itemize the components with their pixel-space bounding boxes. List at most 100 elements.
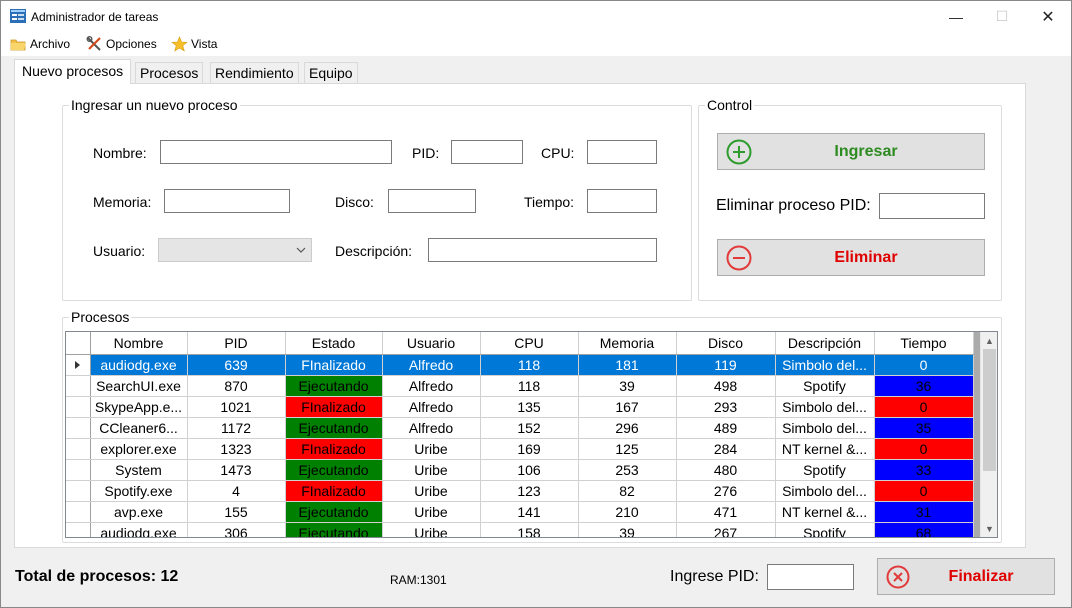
cell-cpu[interactable]: 118: [480, 354, 579, 376]
cell-cpu[interactable]: 158: [480, 522, 579, 537]
grid-scrollbar[interactable]: ▲ ▼: [980, 332, 997, 537]
cell-pid[interactable]: 155: [187, 501, 286, 523]
cell-cpu[interactable]: 118: [480, 375, 579, 397]
column-header[interactable]: Nombre: [90, 332, 188, 355]
cell-disco[interactable]: 471: [676, 501, 776, 523]
row-header[interactable]: [66, 396, 91, 418]
cpu-input[interactable]: [587, 140, 657, 164]
memoria-input[interactable]: [164, 189, 290, 213]
cell-pid[interactable]: 1473: [187, 459, 286, 481]
cell-cpu[interactable]: 169: [480, 438, 579, 460]
cell-usuario[interactable]: Uribe: [382, 480, 481, 502]
cell-usuario[interactable]: Uribe: [382, 522, 481, 537]
column-header[interactable]: Memoria: [578, 332, 677, 355]
cell-usuario[interactable]: Alfredo: [382, 375, 481, 397]
table-row[interactable]: avp.exe 155 Ejecutando Uribe 141 210 471 NT ker…: [66, 501, 974, 523]
cell-tiempo[interactable]: 0: [874, 354, 974, 376]
cell-nombre[interactable]: audiodg.exe: [90, 522, 188, 537]
cell-estado[interactable]: FInalizado: [285, 396, 383, 418]
cell-descripcion[interactable]: Simbolo del...: [775, 417, 875, 439]
cell-descripcion[interactable]: Spotify: [775, 375, 875, 397]
cell-estado[interactable]: FInalizado: [285, 354, 383, 376]
cell-disco[interactable]: 284: [676, 438, 776, 460]
cell-usuario[interactable]: Uribe: [382, 459, 481, 481]
cell-disco[interactable]: 119: [676, 354, 776, 376]
cell-disco[interactable]: 267: [676, 522, 776, 537]
cell-estado[interactable]: Ejecutando: [285, 375, 383, 397]
tab-nuevo-procesos[interactable]: Nuevo procesos: [14, 59, 132, 84]
cell-descripcion[interactable]: Spotify: [775, 459, 875, 481]
tab-equipo[interactable]: Equipo: [304, 62, 358, 83]
row-header[interactable]: [66, 459, 91, 481]
minimize-button[interactable]: —: [933, 1, 979, 32]
cell-nombre[interactable]: explorer.exe: [90, 438, 188, 460]
cell-tiempo[interactable]: 36: [874, 375, 974, 397]
cell-usuario[interactable]: Uribe: [382, 438, 481, 460]
cell-tiempo[interactable]: 0: [874, 480, 974, 502]
row-header[interactable]: [66, 417, 91, 439]
descripcion-input[interactable]: [428, 238, 657, 262]
cell-descripcion[interactable]: NT kernel &...: [775, 501, 875, 523]
cell-estado[interactable]: Ejecutando: [285, 459, 383, 481]
column-header[interactable]: Estado: [285, 332, 383, 355]
cell-disco[interactable]: 498: [676, 375, 776, 397]
column-header[interactable]: PID: [187, 332, 286, 355]
cell-pid[interactable]: 639: [187, 354, 286, 376]
ingresar-button[interactable]: Ingresar: [717, 133, 985, 170]
finalizar-pid-input[interactable]: [767, 564, 854, 590]
usuario-select[interactable]: [158, 238, 312, 262]
cell-usuario[interactable]: Uribe: [382, 501, 481, 523]
table-row[interactable]: CCleaner6... 1172 Ejecutando Alfredo 152 296 4…: [66, 417, 974, 439]
cell-pid[interactable]: 870: [187, 375, 286, 397]
cell-tiempo[interactable]: 68: [874, 522, 974, 537]
cell-cpu[interactable]: 141: [480, 501, 579, 523]
menu-archivo[interactable]: Archivo: [10, 35, 70, 53]
cell-nombre[interactable]: audiodg.exe: [90, 354, 188, 376]
cell-tiempo[interactable]: 31: [874, 501, 974, 523]
eliminar-pid-input[interactable]: [879, 193, 985, 219]
cell-pid[interactable]: 306: [187, 522, 286, 537]
column-header[interactable]: Disco: [676, 332, 776, 355]
tab-rendimiento[interactable]: Rendimiento: [210, 62, 299, 83]
cell-usuario[interactable]: Alfredo: [382, 396, 481, 418]
cell-pid[interactable]: 1021: [187, 396, 286, 418]
table-row[interactable]: SkypeApp.e... 1021 FInalizado Alfredo 135 167…: [66, 396, 974, 418]
disco-input[interactable]: [388, 189, 476, 213]
cell-memoria[interactable]: 167: [578, 396, 677, 418]
cell-nombre[interactable]: SkypeApp.e...: [90, 396, 188, 418]
cell-tiempo[interactable]: 0: [874, 396, 974, 418]
eliminar-button[interactable]: Eliminar: [717, 239, 985, 276]
cell-nombre[interactable]: SearchUI.exe: [90, 375, 188, 397]
column-header[interactable]: CPU: [480, 332, 579, 355]
scroll-thumb[interactable]: [983, 349, 996, 471]
cell-disco[interactable]: 489: [676, 417, 776, 439]
cell-cpu[interactable]: 135: [480, 396, 579, 418]
processes-grid[interactable]: Nombre PID Estado Usuario CPU Memoria Di…: [65, 331, 998, 538]
row-header[interactable]: [66, 480, 91, 502]
table-row[interactable]: Spotify.exe 4 FInalizado Uribe 123 82 276 Simbo…: [66, 480, 974, 502]
cell-pid[interactable]: 1172: [187, 417, 286, 439]
column-header[interactable]: Descripción: [775, 332, 875, 355]
cell-memoria[interactable]: 39: [578, 375, 677, 397]
cell-pid[interactable]: 4: [187, 480, 286, 502]
row-header[interactable]: [66, 375, 91, 397]
table-row[interactable]: SearchUI.exe 870 Ejecutando Alfredo 118 39 498…: [66, 375, 974, 397]
scroll-down-icon[interactable]: ▼: [981, 520, 997, 537]
table-row[interactable]: audiodg.exe 639 FInalizado Alfredo 118 181 119…: [66, 354, 974, 376]
menu-opciones[interactable]: Opciones: [86, 35, 157, 53]
cell-tiempo[interactable]: 35: [874, 417, 974, 439]
cell-descripcion[interactable]: Spotify: [775, 522, 875, 537]
cell-tiempo[interactable]: 0: [874, 438, 974, 460]
tiempo-input[interactable]: [587, 189, 657, 213]
cell-memoria[interactable]: 181: [578, 354, 677, 376]
nombre-input[interactable]: [160, 140, 392, 164]
cell-disco[interactable]: 480: [676, 459, 776, 481]
cell-estado[interactable]: Ejecutando: [285, 522, 383, 537]
cell-nombre[interactable]: CCleaner6...: [90, 417, 188, 439]
cell-descripcion[interactable]: Simbolo del...: [775, 396, 875, 418]
row-header[interactable]: [66, 438, 91, 460]
cell-descripcion[interactable]: NT kernel &...: [775, 438, 875, 460]
table-row[interactable]: audiodg.exe 306 Ejecutando Uribe 158 39 267 Spo…: [66, 522, 974, 537]
cell-usuario[interactable]: Alfredo: [382, 354, 481, 376]
cell-pid[interactable]: 1323: [187, 438, 286, 460]
